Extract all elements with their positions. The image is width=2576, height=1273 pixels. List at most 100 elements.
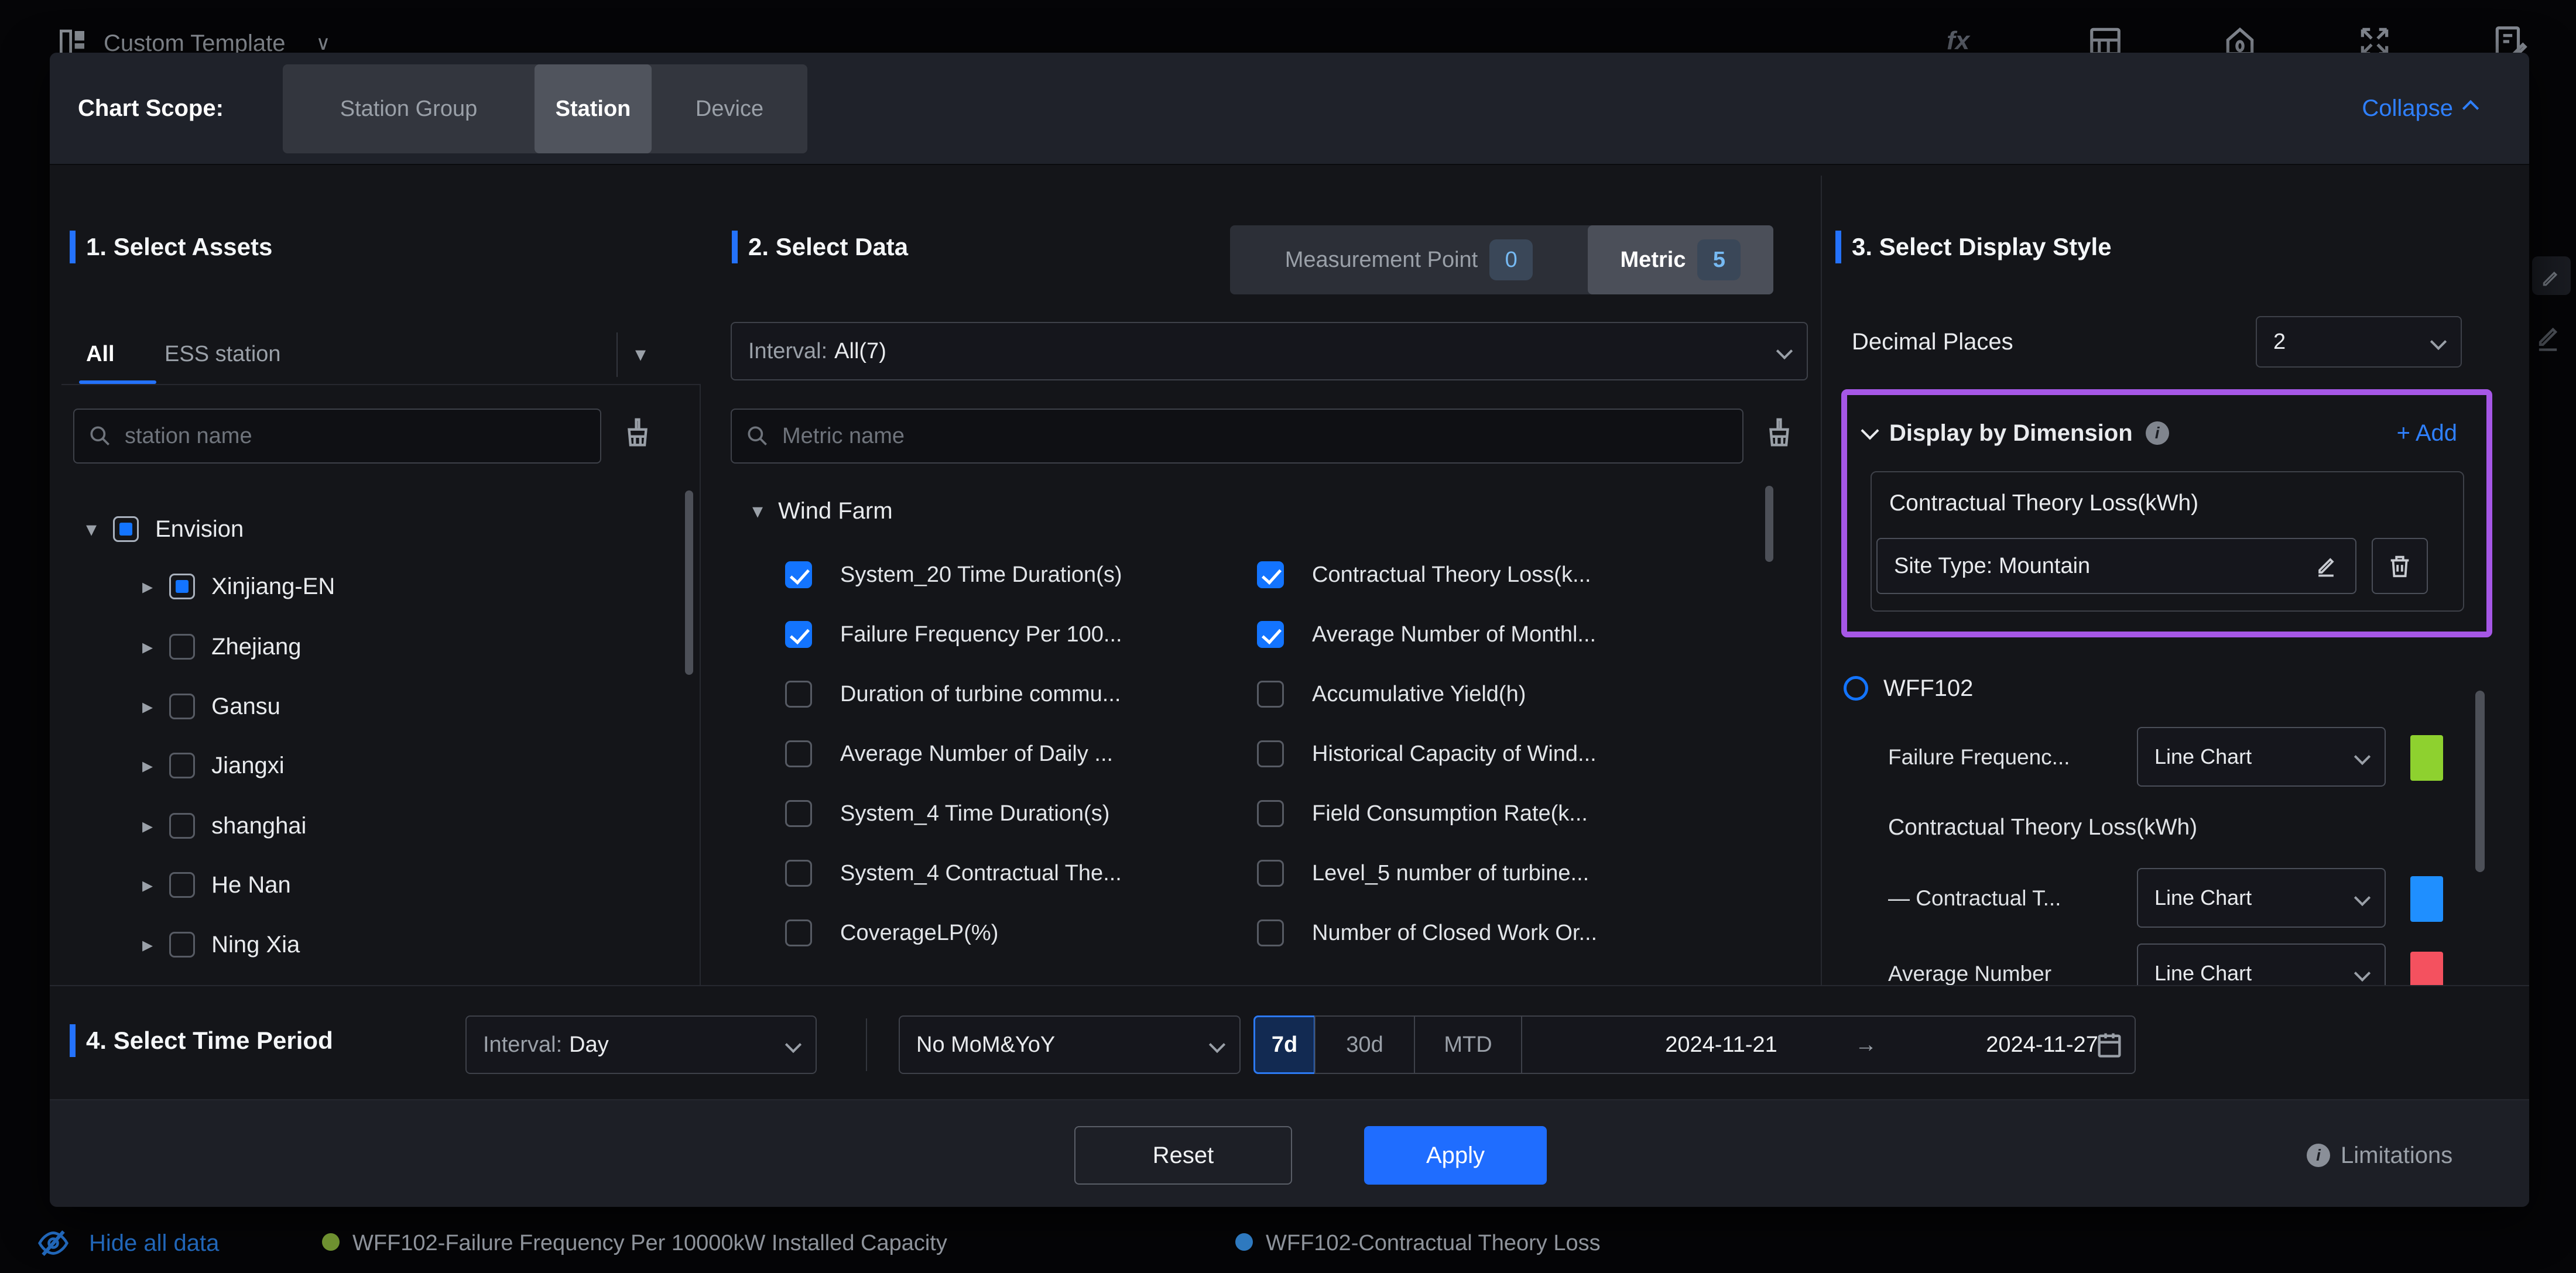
series-chart-type-select[interactable]: Line Chart xyxy=(2137,727,2386,787)
metric-row[interactable]: Failure Frequency Per 100... xyxy=(785,609,1122,660)
quick-range-mtd[interactable]: MTD xyxy=(1415,1017,1521,1073)
metric-row[interactable]: Accumulative Yield(h) xyxy=(1257,668,1526,720)
add-dimension-button[interactable]: + Add xyxy=(2397,413,2457,454)
tree-item-ning-xia[interactable]: ▸ Ning Xia xyxy=(142,919,300,970)
metric-row[interactable]: Number of Closed Work Or... xyxy=(1257,907,1597,959)
tree-item-zhejiang[interactable]: ▸ Zhejiang xyxy=(142,621,302,672)
delete-dimension-button[interactable] xyxy=(2372,538,2428,594)
metric-checkbox[interactable] xyxy=(785,919,812,946)
legend-item-label[interactable]: WFF102-Contractual Theory Loss xyxy=(1266,1227,1601,1260)
toggle-measurement-point[interactable]: Measurement Point 0 xyxy=(1230,225,1588,294)
collapse-button[interactable]: Collapse xyxy=(2362,53,2476,164)
quick-range-30d[interactable]: 30d xyxy=(1316,1017,1414,1073)
metric-search-box[interactable] xyxy=(731,409,1743,464)
metric-row[interactable]: CoverageLP(%) xyxy=(785,907,998,959)
caret-right-icon[interactable]: ▸ xyxy=(142,753,153,778)
clear-filter-broom-icon[interactable] xyxy=(621,417,655,451)
info-icon[interactable] xyxy=(2146,421,2169,445)
metric-checkbox[interactable] xyxy=(1257,681,1284,708)
metric-search-input[interactable] xyxy=(781,423,1729,450)
station-radio-row[interactable]: WFF102 xyxy=(1844,665,1973,712)
calendar-icon[interactable] xyxy=(2094,1030,2125,1060)
dimension-value-field[interactable]: Site Type: Mountain xyxy=(1876,538,2356,594)
tree-item-he-nan[interactable]: ▸ He Nan xyxy=(142,859,291,911)
metric-checkbox[interactable] xyxy=(785,621,812,648)
tree-checkbox[interactable] xyxy=(169,813,195,839)
caret-right-icon[interactable]: ▸ xyxy=(142,694,153,719)
metric-checkbox[interactable] xyxy=(1257,919,1284,946)
metric-checkbox[interactable] xyxy=(1257,740,1284,767)
decimal-places-select[interactable]: 2 xyxy=(2256,316,2462,368)
metric-row[interactable]: Average Number of Monthl... xyxy=(1257,609,1596,660)
tree-checkbox[interactable] xyxy=(169,694,195,719)
series-color-swatch[interactable] xyxy=(2410,952,2443,985)
metric-group-wind-farm[interactable]: ▾ Wind Farm xyxy=(752,485,893,537)
scope-tab-device[interactable]: Device xyxy=(652,64,807,153)
scope-tab-station[interactable]: Station xyxy=(535,64,652,153)
asset-type-dropdown-caret-icon[interactable]: ▾ xyxy=(635,328,646,380)
metric-row[interactable]: System_4 Time Duration(s) xyxy=(785,788,1109,839)
tree-checkbox[interactable] xyxy=(169,634,195,660)
metric-checkbox[interactable] xyxy=(1257,561,1284,588)
tree-checkbox[interactable] xyxy=(113,516,139,542)
display-by-dimension-header[interactable]: Display by Dimension xyxy=(1864,413,2169,454)
hide-all-data-toggle[interactable]: Hide all data xyxy=(34,1227,219,1260)
metric-checkbox[interactable] xyxy=(1257,621,1284,648)
series-color-swatch[interactable] xyxy=(2410,876,2443,922)
caret-right-icon[interactable]: ▸ xyxy=(142,873,153,897)
metric-checkbox[interactable] xyxy=(1257,800,1284,827)
start-date-value[interactable]: 2024-11-21 xyxy=(1633,1017,1809,1073)
caret-right-icon[interactable]: ▸ xyxy=(142,814,153,838)
scope-tab-station-group[interactable]: Station Group xyxy=(283,64,535,153)
time-interval-select[interactable]: Interval: Day xyxy=(465,1015,817,1074)
metric-row[interactable]: Contractual Theory Loss(k... xyxy=(1257,549,1591,601)
assets-tab-ess-station[interactable]: ESS station xyxy=(165,328,281,380)
caret-right-icon[interactable]: ▸ xyxy=(142,574,153,599)
metrics-scrollbar[interactable] xyxy=(1765,486,1773,562)
apply-button[interactable]: Apply xyxy=(1364,1126,1547,1185)
station-search-box[interactable] xyxy=(73,409,601,464)
tree-checkbox[interactable] xyxy=(169,574,195,599)
quick-range-7d[interactable]: 7d xyxy=(1253,1015,1316,1074)
caret-down-icon[interactable]: ▾ xyxy=(86,517,97,541)
tree-item-jiangxi[interactable]: ▸ Jiangxi xyxy=(142,740,285,791)
metric-checkbox[interactable] xyxy=(785,860,812,887)
metric-checkbox[interactable] xyxy=(785,800,812,827)
caret-down-icon[interactable]: ▾ xyxy=(752,499,763,523)
metric-interval-select[interactable]: Interval: All(7) xyxy=(731,322,1808,380)
tree-checkbox[interactable] xyxy=(169,932,195,958)
metric-row[interactable]: Average Number of Daily ... xyxy=(785,728,1113,780)
metric-row[interactable]: Field Consumption Rate(k... xyxy=(1257,788,1588,839)
assets-scrollbar[interactable] xyxy=(685,490,693,675)
metric-checkbox[interactable] xyxy=(785,561,812,588)
tree-item-gansu[interactable]: ▸ Gansu xyxy=(142,681,280,732)
display-scrollbar[interactable] xyxy=(2475,691,2485,872)
metric-checkbox[interactable] xyxy=(785,740,812,767)
metric-row[interactable]: Historical Capacity of Wind... xyxy=(1257,728,1597,780)
metric-row[interactable]: Duration of turbine commu... xyxy=(785,668,1121,720)
reset-button[interactable]: Reset xyxy=(1074,1126,1292,1185)
legend-item-label[interactable]: WFF102-Failure Frequency Per 10000kW Ins… xyxy=(352,1227,947,1260)
tree-checkbox[interactable] xyxy=(169,872,195,898)
toggle-metric[interactable]: Metric 5 xyxy=(1588,225,1773,294)
tree-checkbox[interactable] xyxy=(169,753,195,778)
edit-pencil-icon[interactable] xyxy=(2313,553,2339,579)
caret-right-icon[interactable]: ▸ xyxy=(142,634,153,659)
series-chart-type-select[interactable]: Line Chart xyxy=(2137,868,2386,928)
metric-checkbox[interactable] xyxy=(1257,860,1284,887)
clear-filter-broom-icon[interactable] xyxy=(1762,417,1796,451)
tree-item-xinjiang-en[interactable]: ▸ Xinjiang-EN xyxy=(142,561,335,612)
metric-row[interactable]: Level_5 number of turbine... xyxy=(1257,847,1589,899)
tree-item-shanghai[interactable]: ▸ shanghai xyxy=(142,800,306,852)
metric-checkbox[interactable] xyxy=(785,681,812,708)
mom-yoy-select[interactable]: No MoM&YoY xyxy=(899,1015,1241,1074)
series-chart-type-select[interactable]: Line Chart xyxy=(2137,943,2386,985)
assets-tab-all[interactable]: All xyxy=(86,328,115,380)
caret-right-icon[interactable]: ▸ xyxy=(142,932,153,957)
station-search-input[interactable] xyxy=(124,423,587,450)
metric-row[interactable]: System_20 Time Duration(s) xyxy=(785,549,1122,601)
series-color-swatch[interactable] xyxy=(2410,735,2443,781)
tree-item-envision[interactable]: ▾ Envision xyxy=(86,503,244,555)
metric-row[interactable]: System_4 Contractual The... xyxy=(785,847,1122,899)
limitations-link[interactable]: Limitations xyxy=(2307,1126,2452,1185)
